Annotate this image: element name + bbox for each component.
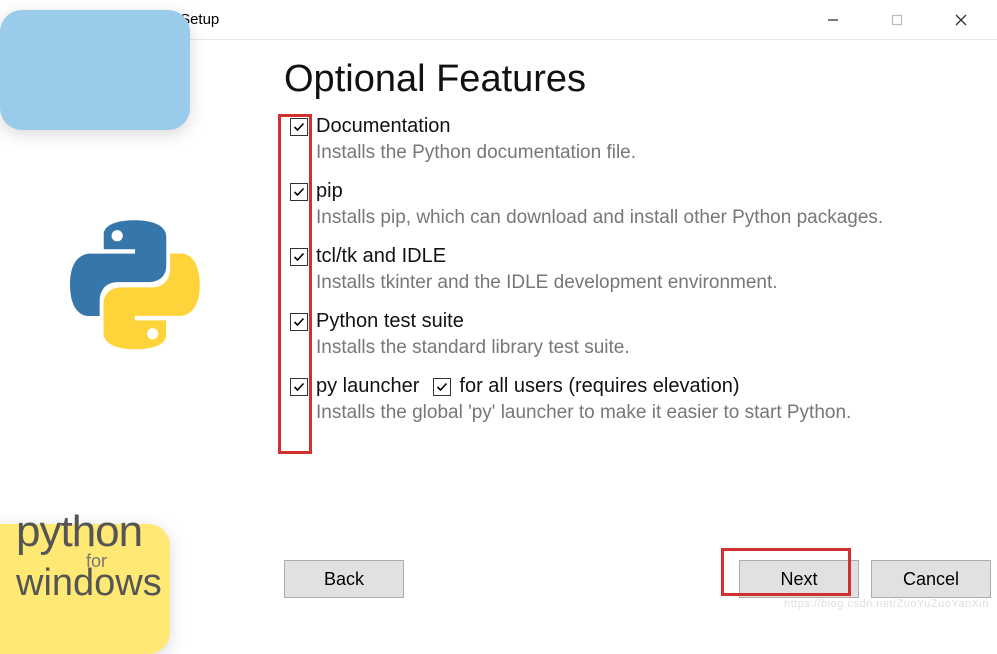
desc-pip: Installs pip, which can download and ins… <box>316 207 967 229</box>
label-documentation: Documentation <box>316 115 451 138</box>
brand-python: python <box>16 510 162 554</box>
checkbox-pylauncher[interactable] <box>290 378 308 396</box>
label-pylauncher: py launcher <box>316 375 419 398</box>
back-button[interactable]: Back <box>284 560 404 598</box>
checkbox-testsuite[interactable] <box>290 313 308 331</box>
brand-text: python for windows <box>16 510 162 602</box>
option-testsuite: Python test suite Installs the standard … <box>290 310 967 359</box>
python-logo-icon <box>70 220 200 350</box>
next-button[interactable]: Next <box>739 560 859 598</box>
label-testsuite: Python test suite <box>316 310 464 333</box>
cancel-button[interactable]: Cancel <box>871 560 991 598</box>
label-tcltk: tcl/tk and IDLE <box>316 245 446 268</box>
sidebar: python for windows <box>0 40 260 614</box>
option-pip: pip Installs pip, which can download and… <box>290 180 967 229</box>
page-heading: Optional Features <box>284 58 967 101</box>
desc-pylauncher: Installs the global 'py' launcher to mak… <box>316 402 967 424</box>
checkbox-tcltk[interactable] <box>290 248 308 266</box>
brand-windows: windows <box>16 564 162 602</box>
desc-tcltk: Installs tkinter and the IDLE developmen… <box>316 272 967 294</box>
button-row: Back Next Cancel <box>284 560 991 598</box>
decorative-blob-blue <box>0 10 190 130</box>
desc-documentation: Installs the Python documentation file. <box>316 142 967 164</box>
minimize-button[interactable] <box>801 0 865 40</box>
label-allusers: for all users (requires elevation) <box>459 375 739 398</box>
option-tcltk: tcl/tk and IDLE Installs tkinter and the… <box>290 245 967 294</box>
watermark-text: https://blog.csdn.net/ZuoYuZuoYanXin <box>784 598 989 610</box>
label-pip: pip <box>316 180 343 203</box>
option-documentation: Documentation Installs the Python docume… <box>290 115 967 164</box>
main-panel: Optional Features Documentation Installs… <box>260 40 997 614</box>
checkbox-documentation[interactable] <box>290 118 308 136</box>
maximize-button[interactable] <box>865 0 929 40</box>
checkbox-allusers[interactable] <box>433 378 451 396</box>
desc-testsuite: Installs the standard library test suite… <box>316 337 967 359</box>
close-button[interactable] <box>929 0 993 40</box>
option-pylauncher: py launcher for all users (requires elev… <box>290 375 967 424</box>
checkbox-pip[interactable] <box>290 183 308 201</box>
